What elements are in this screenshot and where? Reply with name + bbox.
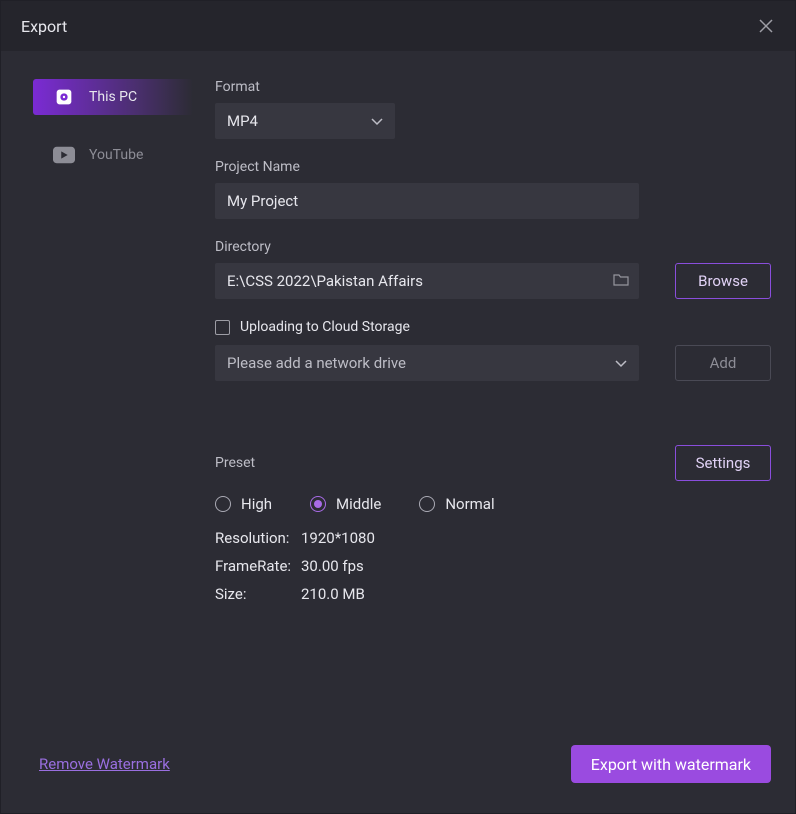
sidebar-item-label: YouTube	[89, 147, 143, 163]
browse-button[interactable]: Browse	[675, 263, 771, 299]
close-button[interactable]	[759, 18, 775, 34]
size-label: Size:	[215, 585, 301, 603]
radio-circle	[310, 496, 326, 512]
preset-group: Preset Settings High Middle Normal	[215, 445, 771, 603]
cloud-drive-select[interactable]: Please add a network drive	[215, 345, 639, 381]
directory-value: E:\CSS 2022\Pakistan Affairs	[227, 272, 423, 290]
pc-icon	[53, 86, 75, 108]
preset-radio-row: High Middle Normal	[215, 495, 771, 513]
size-value: 210.0 MB	[301, 585, 771, 603]
sidebar-item-youtube[interactable]: YouTube	[33, 137, 193, 173]
resolution-value: 1920*1080	[301, 529, 771, 547]
dialog-title: Export	[21, 17, 67, 36]
project-name-value: My Project	[227, 192, 298, 210]
youtube-icon	[53, 144, 75, 166]
chevron-down-icon	[615, 354, 627, 372]
settings-button[interactable]: Settings	[675, 445, 771, 481]
radio-circle	[419, 496, 435, 512]
radio-label: Normal	[445, 495, 494, 513]
chevron-down-icon	[371, 112, 383, 130]
sidebar-item-label: This PC	[89, 89, 137, 105]
radio-circle	[215, 496, 231, 512]
add-drive-button[interactable]: Add	[675, 345, 771, 381]
project-name-input[interactable]: My Project	[215, 183, 639, 219]
main-panel: Format MP4 Project Name My Project Direc…	[215, 69, 795, 745]
format-group: Format MP4	[215, 79, 771, 139]
cloud-group: Uploading to Cloud Storage Please add a …	[215, 319, 771, 381]
cloud-checkbox[interactable]	[215, 320, 230, 335]
preset-radio-normal[interactable]: Normal	[419, 495, 494, 513]
preset-info: Resolution: 1920*1080 FrameRate: 30.00 f…	[215, 529, 771, 603]
preset-radio-high[interactable]: High	[215, 495, 272, 513]
radio-label: High	[241, 495, 272, 513]
framerate-label: FrameRate:	[215, 557, 301, 575]
radio-label: Middle	[336, 495, 381, 513]
directory-input[interactable]: E:\CSS 2022\Pakistan Affairs	[215, 263, 639, 299]
titlebar: Export	[1, 1, 795, 51]
folder-icon[interactable]	[613, 272, 629, 290]
footer: Remove Watermark Export with watermark	[1, 745, 795, 813]
export-dialog: Export This PC YouTube Format	[0, 0, 796, 814]
framerate-value: 30.00 fps	[301, 557, 771, 575]
sidebar: This PC YouTube	[1, 69, 215, 745]
cloud-drive-placeholder: Please add a network drive	[227, 354, 406, 372]
remove-watermark-link[interactable]: Remove Watermark	[39, 755, 170, 773]
preset-radio-middle[interactable]: Middle	[310, 495, 381, 513]
directory-group: Directory E:\CSS 2022\Pakistan Affairs B…	[215, 239, 771, 299]
preset-label: Preset	[215, 455, 255, 471]
directory-label: Directory	[215, 239, 771, 255]
format-value: MP4	[227, 112, 258, 130]
sidebar-item-this-pc[interactable]: This PC	[33, 79, 193, 115]
close-icon	[759, 19, 773, 33]
project-name-group: Project Name My Project	[215, 159, 771, 219]
export-button[interactable]: Export with watermark	[571, 745, 771, 783]
project-name-label: Project Name	[215, 159, 771, 175]
resolution-label: Resolution:	[215, 529, 301, 547]
format-label: Format	[215, 79, 771, 95]
format-select[interactable]: MP4	[215, 103, 395, 139]
cloud-checkbox-label: Uploading to Cloud Storage	[240, 319, 410, 335]
dialog-body: This PC YouTube Format MP4 Project Name	[1, 51, 795, 745]
